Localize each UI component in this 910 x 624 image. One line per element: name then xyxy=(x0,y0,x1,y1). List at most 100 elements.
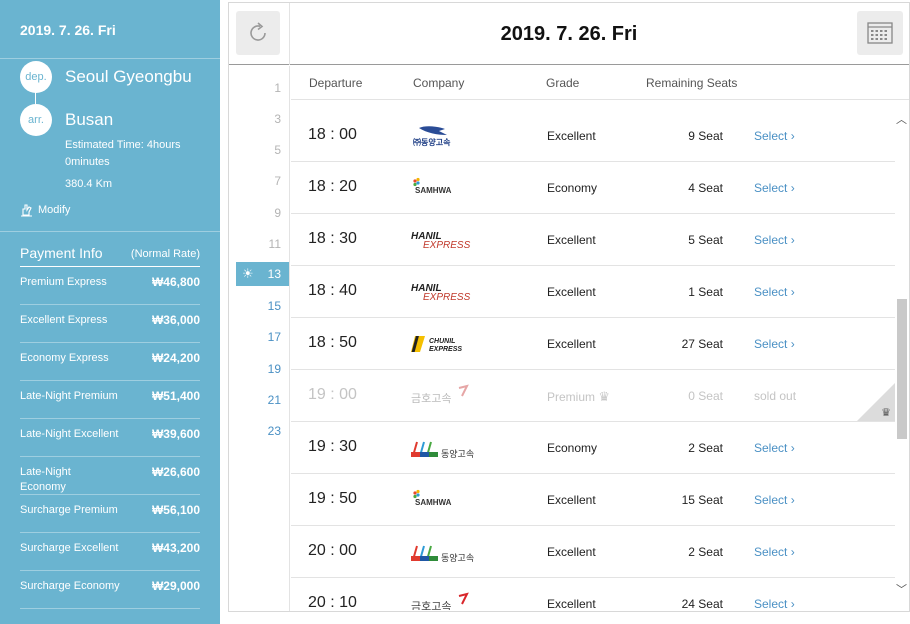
select-button[interactable]: Select › xyxy=(754,545,795,559)
remaining-seats: 5 Seat xyxy=(688,233,723,247)
bus-grade: Excellent xyxy=(547,285,596,299)
modify-label: Modify xyxy=(38,204,71,216)
remaining-seats: 1 Seat xyxy=(688,285,723,299)
bus-grade: Premium ♛ xyxy=(547,389,610,405)
sold-out-label: sold out xyxy=(754,389,797,403)
hour-option[interactable]: 3 xyxy=(228,112,281,126)
chevron-right-icon: › xyxy=(790,233,795,247)
fare-type: Surcharge Excellent xyxy=(20,542,119,554)
remaining-seats: 15 Seat xyxy=(681,493,723,507)
table-row[interactable]: 20 : 00 동양고속 Excellent 2 Seat Select › xyxy=(291,526,895,578)
selected-date: 2019. 7. 26. Fri xyxy=(500,23,638,45)
fare-type: Economy Express xyxy=(20,352,109,364)
hour-option[interactable]: 7 xyxy=(228,174,281,188)
select-label: Select xyxy=(754,441,788,455)
kumho-express-logo: 금호고속 xyxy=(411,592,469,610)
select-button[interactable]: Select › xyxy=(754,285,795,299)
hour-option[interactable]: 19 xyxy=(228,362,281,376)
select-button[interactable]: Select › xyxy=(754,441,795,455)
fare-amount: ₩29,000 xyxy=(151,579,200,593)
remaining-seats: 0 Seat xyxy=(688,389,723,403)
list-scrollbar[interactable]: ︿ ﹀ xyxy=(895,109,909,609)
chevron-right-icon: › xyxy=(790,337,795,351)
svg-text:㈜동양고속: ㈜동양고속 xyxy=(413,137,451,147)
chunil-express-logo: CHUNIL EXPRESS xyxy=(411,336,462,353)
select-button[interactable]: Select › xyxy=(754,493,795,507)
remaining-seats: 4 Seat xyxy=(688,181,723,195)
fare-type: Late-Night Excellent xyxy=(20,428,119,440)
select-label: Select xyxy=(754,493,788,507)
departure-time: 20 : 10 xyxy=(308,594,357,610)
fare-amount: ₩26,600 xyxy=(151,465,200,479)
fare-amount: ₩46,800 xyxy=(151,275,200,289)
svg-text:CHUNIL: CHUNIL xyxy=(429,338,455,345)
table-row-sold-out: 19 : 00 금호고속 Premium ♛ 0 Seat sold out ♛ xyxy=(291,370,895,422)
hour-option[interactable]: 9 xyxy=(228,206,281,220)
fare-type: Premium Express xyxy=(20,276,107,288)
payment-row: Excellent Express ₩36,000 xyxy=(20,305,200,343)
table-row[interactable]: 19 : 30 동양고속 Economy 2 Seat Select › xyxy=(291,422,895,474)
chevron-right-icon: › xyxy=(790,129,795,143)
departure-time: 18 : 00 xyxy=(308,126,357,143)
grade-label: Premium xyxy=(547,390,596,404)
select-button[interactable]: Select › xyxy=(754,129,795,143)
fare-amount: ₩39,600 xyxy=(151,427,200,441)
table-row[interactable]: 18 : 00 ㈜동양고속 Excellent 9 Seat Select › xyxy=(291,110,895,162)
crown-icon: ♛ xyxy=(598,389,611,404)
bus-grade: Excellent xyxy=(547,337,596,351)
hour-selector: 1 3 5 7 9 11 ☀ 13 15 17 19 21 23 xyxy=(229,66,290,611)
svg-text:EXPRESS: EXPRESS xyxy=(423,292,471,303)
table-row[interactable]: 18 : 30 HANIL EXPRESS Excellent 5 Seat S… xyxy=(291,214,895,266)
chevron-right-icon: › xyxy=(790,285,795,299)
hour-option[interactable]: 15 xyxy=(228,299,281,313)
chevron-down-icon[interactable]: ﹀ xyxy=(896,581,907,597)
table-row[interactable]: 18 : 20 SAMHWA Economy 4 Seat Select › xyxy=(291,162,895,214)
sidebar-divider xyxy=(0,231,220,232)
col-departure: Departure xyxy=(309,76,363,90)
table-row[interactable]: 18 : 50 CHUNIL EXPRESS Excellent 27 Seat… xyxy=(291,318,895,370)
chevron-up-icon[interactable]: ︿ xyxy=(896,111,907,127)
payment-row: Surcharge Economy ₩29,000 xyxy=(20,571,200,609)
col-grade: Grade xyxy=(546,76,580,90)
select-button[interactable]: Select › xyxy=(754,337,795,351)
scroll-thumb[interactable] xyxy=(897,299,907,439)
samhwa-logo: SAMHWA xyxy=(413,489,452,507)
bus-grade: Excellent xyxy=(547,545,596,559)
hour-option[interactable]: 23 xyxy=(228,424,281,438)
crown-icon: ♛ xyxy=(881,407,891,419)
logo-text: SAMHWA xyxy=(415,498,452,507)
payment-row: Late-Night Premium ₩51,400 xyxy=(20,381,200,419)
select-button[interactable]: Select › xyxy=(754,233,795,247)
bus-grade: Economy xyxy=(547,181,598,195)
table-row[interactable]: 19 : 50 SAMHWA Excellent 15 Seat Select … xyxy=(291,474,895,526)
departure-time: 19 : 30 xyxy=(308,438,357,455)
departure-time: 18 : 20 xyxy=(308,178,357,195)
fare-amount: ₩56,100 xyxy=(151,503,200,517)
timetable-panel: 2019. 7. 26. Fri 1 3 5 7 9 11 ☀ 13 15 17 xyxy=(228,2,910,612)
modify-button[interactable]: Modify xyxy=(20,203,70,217)
hour-option[interactable]: 5 xyxy=(228,143,281,157)
table-header: Departure Company Grade Remaining Seats xyxy=(291,66,909,100)
fare-amount: ₩24,200 xyxy=(151,351,200,365)
hour-option[interactable]: 1 xyxy=(228,81,281,95)
chevron-right-icon: › xyxy=(790,441,795,455)
calendar-button[interactable] xyxy=(857,11,903,55)
estimated-time-line2: 0minutes xyxy=(65,156,110,168)
payment-row: Late-Night Economy ₩26,600 xyxy=(20,457,200,495)
table-row[interactable]: 18 : 40 HANIL EXPRESS Excellent 1 Seat S… xyxy=(291,266,895,318)
hour-option[interactable]: 21 xyxy=(228,393,281,407)
hour-option-active[interactable]: ☀ 13 xyxy=(236,262,289,286)
pencil-hand-icon xyxy=(21,204,32,217)
departure-badge: dep. xyxy=(20,61,52,93)
remaining-seats: 9 Seat xyxy=(688,129,723,143)
select-label: Select xyxy=(754,545,788,559)
select-button[interactable]: Select › xyxy=(754,181,795,195)
dongyang-express-logo: 동양고속 xyxy=(411,441,474,460)
select-button[interactable]: Select › xyxy=(754,597,795,610)
fare-type: Late-Night Economy xyxy=(20,466,71,493)
hour-option[interactable]: 17 xyxy=(228,330,281,344)
select-label: Select xyxy=(754,129,788,143)
hour-option[interactable]: 11 xyxy=(228,237,281,251)
samhwa-logo: SAMHWA xyxy=(413,177,452,195)
table-row[interactable]: 20 : 10 금호고속 Excellent 24 Seat Select › xyxy=(291,578,895,610)
